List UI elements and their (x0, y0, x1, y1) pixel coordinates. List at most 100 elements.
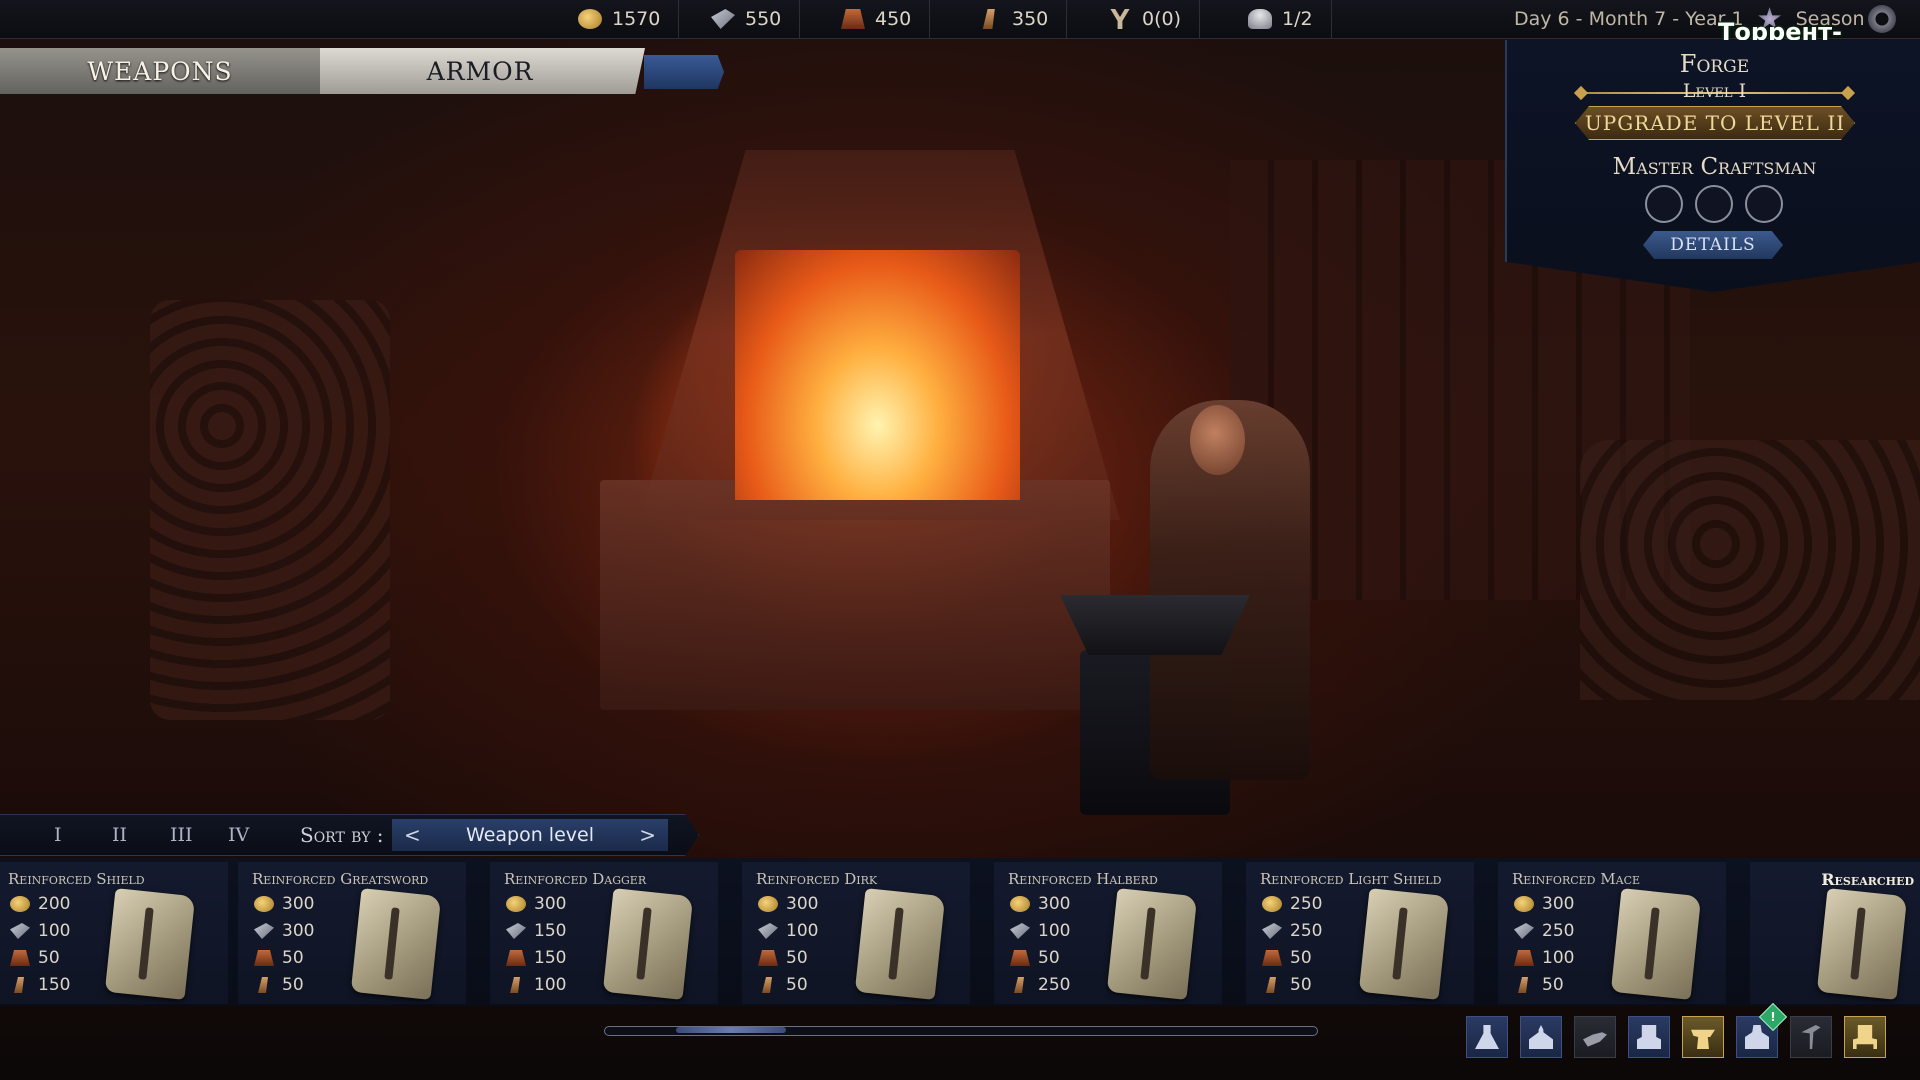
recipe-name: Reinforced Mace (1512, 870, 1641, 888)
cost-gold-value: 300 (534, 894, 567, 914)
workshop-button[interactable] (1844, 1016, 1886, 1058)
tier-filter-4[interactable]: IV (228, 815, 249, 855)
gold-coins-icon (10, 896, 30, 912)
sort-prev-button[interactable]: < (404, 823, 421, 847)
recipe-card-researched[interactable]: Researched (1750, 862, 1920, 1004)
gold-coins-icon (1262, 896, 1282, 912)
craftsman-slot[interactable] (1645, 185, 1683, 223)
recipe-card[interactable]: Reinforced Halberd 300 100 50 250 (994, 862, 1222, 1004)
tier-filter-3[interactable]: III (170, 815, 193, 855)
cost-wood-value: 250 (1038, 975, 1071, 995)
barracks-button[interactable]: ! (1736, 1002, 1788, 1058)
recipe-card[interactable]: Reinforced Light Shield 250 250 50 50 (1246, 862, 1474, 1004)
tab-weapons[interactable]: WEAPONS (0, 48, 320, 94)
recipe-card[interactable]: Reinforced Dirk 300 100 50 50 (742, 862, 970, 1004)
cost-iron: 300 (254, 921, 314, 941)
resource-iron[interactable]: 550 (693, 0, 801, 38)
tier-filter-1[interactable]: I (54, 815, 62, 855)
iron-ingot-icon (1262, 923, 1282, 939)
recipe-scrollbar-thumb[interactable] (676, 1027, 786, 1033)
cost-iron-value: 300 (282, 921, 315, 941)
cost-wood: 50 (758, 975, 808, 995)
details-button[interactable]: DETAILS (1643, 231, 1783, 259)
cost-gold-value: 200 (38, 894, 71, 914)
resource-leather-value: 450 (875, 8, 912, 30)
cost-wood: 150 (10, 975, 70, 995)
cost-wood: 50 (1514, 975, 1564, 995)
recipe-name: Reinforced Shield (8, 870, 145, 888)
resource-population[interactable]: 1/2 (1230, 0, 1332, 38)
recipe-card[interactable]: Reinforced Shield 200 100 50 150 (0, 862, 228, 1004)
cost-gold-value: 300 (1038, 894, 1071, 914)
tab-expand-arrow[interactable] (644, 55, 724, 89)
cost-leather-value: 50 (38, 948, 60, 968)
recipe-name: Reinforced Light Shield (1260, 870, 1442, 888)
sort-next-button[interactable]: > (639, 823, 656, 847)
resource-tools[interactable]: 0(0) (1090, 0, 1201, 38)
wood-plank-icon (258, 977, 268, 993)
resource-wood[interactable]: 350 (960, 0, 1068, 38)
recipe-scroll-image (1358, 888, 1450, 1000)
category-tabs: WEAPONS ARMOR (0, 48, 645, 94)
leather-icon (1514, 950, 1534, 966)
gold-coins-icon (506, 896, 526, 912)
iron-ingot-icon (254, 923, 274, 939)
gold-coins-icon (758, 896, 778, 912)
wood-plank-icon (1014, 977, 1024, 993)
wood-plank-icon (14, 977, 24, 993)
cost-leather: 150 (506, 948, 566, 968)
cost-leather-value: 50 (282, 948, 304, 968)
tier-filter-2[interactable]: II (112, 815, 127, 855)
hand-button[interactable] (1574, 1016, 1616, 1058)
gold-coins-icon (254, 896, 274, 912)
cost-iron-value: 150 (534, 921, 567, 941)
cost-leather: 50 (254, 948, 304, 968)
cost-gold: 250 (1262, 894, 1322, 914)
iron-ingot-icon (10, 923, 30, 939)
cost-gold-value: 250 (1290, 894, 1323, 914)
upgrade-button[interactable]: UPGRADE TO LEVEL II (1575, 106, 1855, 140)
recipe-name: Reinforced Dagger (504, 870, 647, 888)
gold-coins-icon (1514, 896, 1534, 912)
craftsman-slot[interactable] (1695, 185, 1733, 223)
tools-icon (1110, 9, 1130, 29)
cost-leather: 50 (1010, 948, 1060, 968)
cost-wood: 50 (254, 975, 304, 995)
cost-wood-value: 100 (534, 975, 567, 995)
recipe-card[interactable]: Reinforced Mace 300 250 100 50 (1498, 862, 1726, 1004)
recipe-card[interactable]: Reinforced Dagger 300 150 150 100 (490, 862, 718, 1004)
resource-iron-value: 550 (745, 8, 782, 30)
cost-leather-value: 100 (1542, 948, 1575, 968)
alchemist-button[interactable] (1466, 1016, 1508, 1058)
resource-gold[interactable]: 1570 (560, 0, 680, 38)
forge-level: Level I (1682, 80, 1747, 102)
iron-ingot-icon (1514, 923, 1534, 939)
recipe-scroll-image (854, 888, 946, 1000)
cost-leather-value: 50 (1290, 948, 1312, 968)
cost-iron-value: 250 (1290, 921, 1323, 941)
cost-gold-value: 300 (786, 894, 819, 914)
resource-bar: 1570 550 450 350 0(0) 1/2 Day 6 - Month … (0, 0, 1920, 39)
cost-leather: 50 (758, 948, 808, 968)
cost-wood-value: 150 (38, 975, 71, 995)
farm-button[interactable] (1790, 1016, 1832, 1058)
church-button[interactable] (1520, 1016, 1562, 1058)
gold-coins-icon (1010, 896, 1030, 912)
tab-armor[interactable]: ARMOR (320, 48, 640, 94)
blacksmith-head (1190, 405, 1245, 475)
craftsman-slot[interactable] (1745, 185, 1783, 223)
cost-gold: 300 (1010, 894, 1070, 914)
throne-button[interactable] (1628, 1016, 1670, 1058)
recipe-card[interactable]: Reinforced Greatsword 300 300 50 50 (238, 862, 466, 1004)
sort-selector[interactable]: < Weapon level > (392, 819, 668, 851)
cost-wood: 250 (1010, 975, 1070, 995)
resource-gold-value: 1570 (612, 8, 661, 30)
cost-leather: 50 (1262, 948, 1312, 968)
anvil (1060, 595, 1250, 655)
resource-leather[interactable]: 450 (823, 0, 931, 38)
wood-plank-icon (510, 977, 520, 993)
cost-leather-value: 50 (786, 948, 808, 968)
recipe-scroll-image (1106, 888, 1198, 1000)
forge-button[interactable] (1682, 1016, 1724, 1058)
leather-icon (758, 950, 778, 966)
